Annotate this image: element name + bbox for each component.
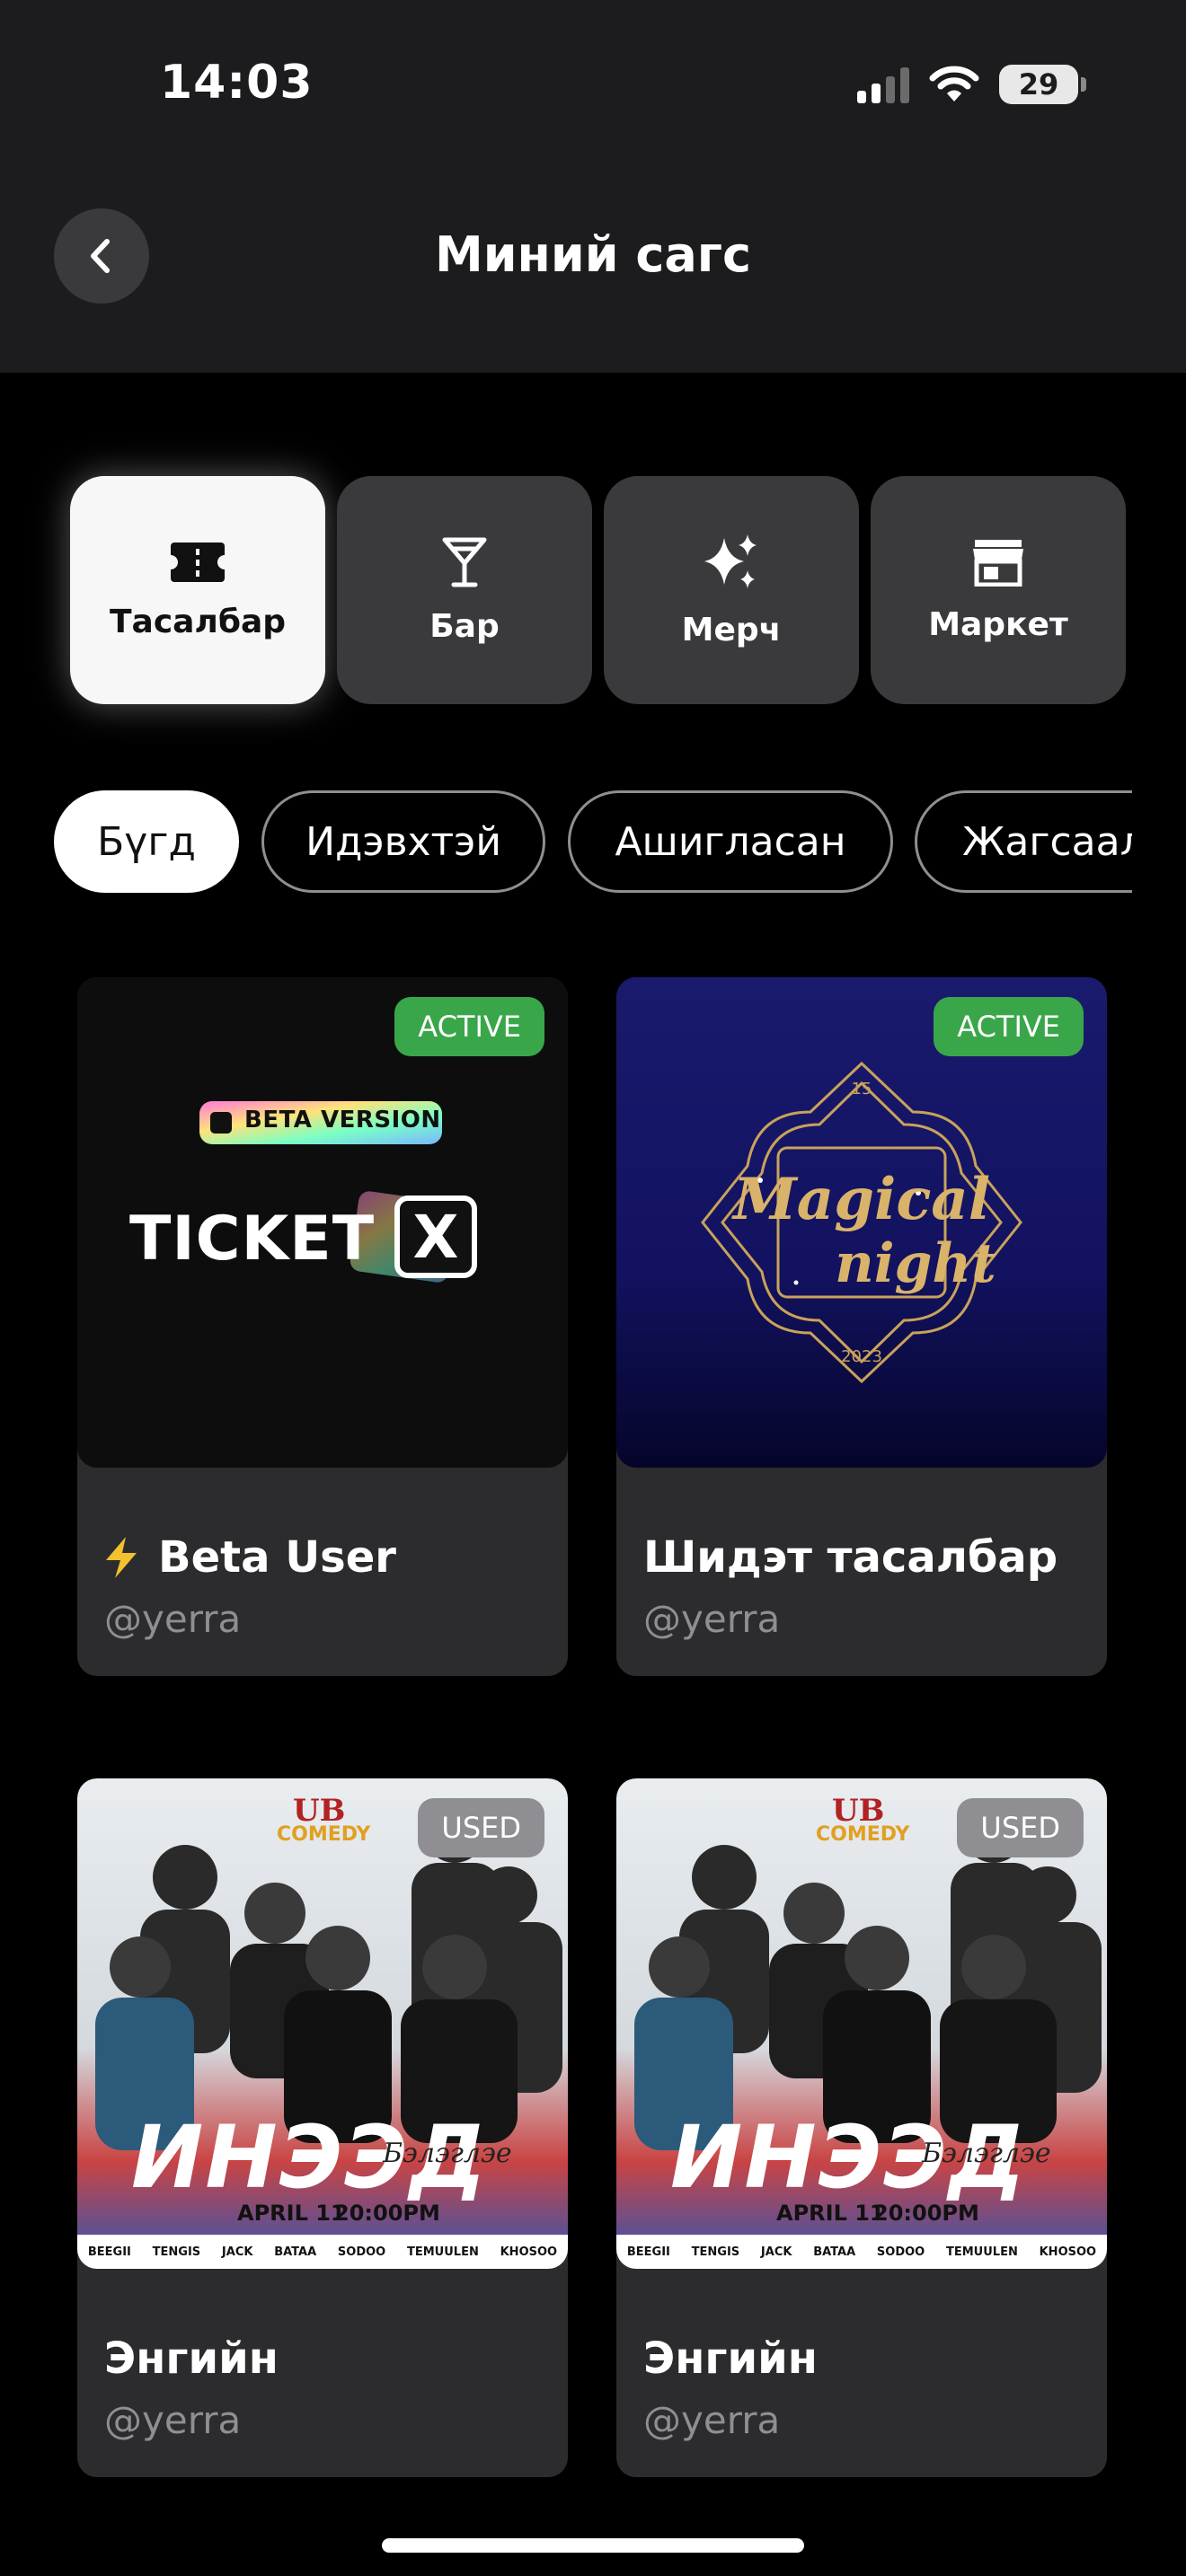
poster-name: TENGIS [691, 2245, 740, 2259]
emblem-text-line2: night [835, 1232, 996, 1295]
ticket-image: BETA VERSION TICKET X ACTIVE [77, 977, 568, 1468]
status-badge: USED [418, 1798, 544, 1857]
poster-script: Бэлэглэе [383, 2138, 512, 2169]
cocktail-icon [442, 537, 487, 587]
emblem-top-mark: 15 [851, 1080, 872, 1098]
wifi-icon [929, 66, 979, 101]
ticket-card[interactable]: 15 Magical night 2023 ACTIVE Шидэт тасал… [616, 977, 1107, 1676]
screen: 14:03 29 Миний сагс Тасалбар Бар Мерч Ма… [0, 0, 1186, 2576]
lightning-icon [106, 1537, 137, 1578]
poster-name: JACK [221, 2245, 253, 2259]
card-title-text: Энгийн [104, 2333, 279, 2384]
poster-name: KHOSOO [500, 2245, 558, 2259]
poster-name: BATAA [274, 2245, 317, 2259]
ticket-card[interactable]: UB COMEDY ИНЭЭД Бэлэглэе APRIL 11 20:00P… [77, 1778, 568, 2477]
page-title: Миний сагс [434, 226, 752, 283]
home-indicator[interactable] [382, 2538, 804, 2553]
card-username: @yerra [104, 2398, 242, 2442]
status-time: 14:03 [160, 56, 314, 110]
card-title-text: Beta User [158, 1532, 396, 1583]
category-label: Мерч [681, 611, 782, 648]
filter-chip-active[interactable]: Идэвхтэй [261, 790, 545, 893]
poster-time: 20:00PM [873, 2201, 979, 2226]
poster-names: BEEGII TENGIS JACK BATAA SODOO TEMUULEN … [77, 2235, 568, 2269]
poster-name: SODOO [337, 2245, 386, 2259]
filter-chip-list[interactable]: Жагсаал [915, 790, 1132, 893]
beta-version-label: BETA VERSION [244, 1107, 441, 1134]
ticket-image: UB COMEDY ИНЭЭД Бэлэглэе APRIL 11 20:00P… [616, 1778, 1107, 2269]
category-tab-tickets[interactable]: Тасалбар [70, 476, 325, 704]
ticket-image: 15 Magical night 2023 ACTIVE [616, 977, 1107, 1468]
status-badge: ACTIVE [934, 997, 1084, 1056]
category-tab-market[interactable]: Маркет [871, 476, 1126, 704]
store-icon [973, 539, 1023, 587]
ticket-icon [171, 542, 225, 582]
poster-name: TENGIS [152, 2245, 201, 2259]
poster-name: TEMUULEN [407, 2245, 479, 2259]
poster-name: TEMUULEN [946, 2245, 1018, 2259]
ticket-logo-mark: X [412, 1202, 459, 1272]
sparkles-icon [704, 534, 757, 588]
card-title-text: Шидэт тасалбар [643, 1532, 1058, 1583]
poster-names: BEEGII TENGIS JACK BATAA SODOO TEMUULEN … [616, 2235, 1107, 2269]
poster-brand-sub: COMEDY [816, 1823, 910, 1846]
battery-indicator: 29 [999, 65, 1086, 104]
card-title: Энгийн [643, 2333, 818, 2384]
poster-script: Бэлэглэе [922, 2138, 1051, 2169]
poster-brand-sub: COMEDY [277, 1823, 371, 1846]
card-username: @yerra [104, 1597, 242, 1641]
ticket-card[interactable]: BETA VERSION TICKET X ACTIVE Beta User @… [77, 977, 568, 1676]
card-title: Шидэт тасалбар [643, 1532, 1058, 1583]
category-tab-merch[interactable]: Мерч [604, 476, 859, 704]
poster-name: BEEGII [87, 2245, 131, 2259]
filter-chip-used[interactable]: Ашигласан [568, 790, 893, 893]
category-label: Бар [429, 607, 500, 645]
card-username: @yerra [643, 1597, 781, 1641]
filter-chip-all[interactable]: Бүгд [54, 790, 239, 893]
ticket-logo-text: TICKET [129, 1204, 376, 1275]
status-badge: ACTIVE [394, 997, 544, 1056]
cellular-signal-icon [857, 66, 909, 103]
card-title: Beta User [104, 1532, 396, 1583]
status-badge: USED [957, 1798, 1084, 1857]
ticket-image: UB COMEDY ИНЭЭД Бэлэглэе APRIL 11 20:00P… [77, 1778, 568, 2269]
emblem-bottom-mark: 2023 [841, 1347, 882, 1366]
poster-date: APRIL 11 [237, 2201, 346, 2226]
card-title-text: Энгийн [643, 2333, 818, 2384]
card-title: Энгийн [104, 2333, 279, 2384]
card-username: @yerra [643, 2398, 781, 2442]
poster-name: SODOO [876, 2245, 925, 2259]
category-label: Маркет [928, 605, 1068, 643]
poster-name: BEEGII [626, 2245, 670, 2259]
ticket-card[interactable]: UB COMEDY ИНЭЭД Бэлэглэе APRIL 11 20:00P… [616, 1778, 1107, 2477]
poster-time: 20:00PM [334, 2201, 440, 2226]
poster-name: KHOSOO [1039, 2245, 1097, 2259]
category-tab-bar[interactable]: Бар [337, 476, 592, 704]
status-icons: 29 [857, 65, 1086, 104]
header: 14:03 29 Миний сагс [0, 0, 1186, 373]
filter-chips: Бүгд Идэвхтэй Ашигласан Жагсаал [0, 790, 1132, 895]
poster-date: APRIL 11 [776, 2201, 885, 2226]
poster-name: JACK [760, 2245, 792, 2259]
category-label: Тасалбар [109, 603, 287, 640]
emblem-text-line1: Magical [732, 1166, 991, 1233]
poster-name: BATAA [813, 2245, 856, 2259]
